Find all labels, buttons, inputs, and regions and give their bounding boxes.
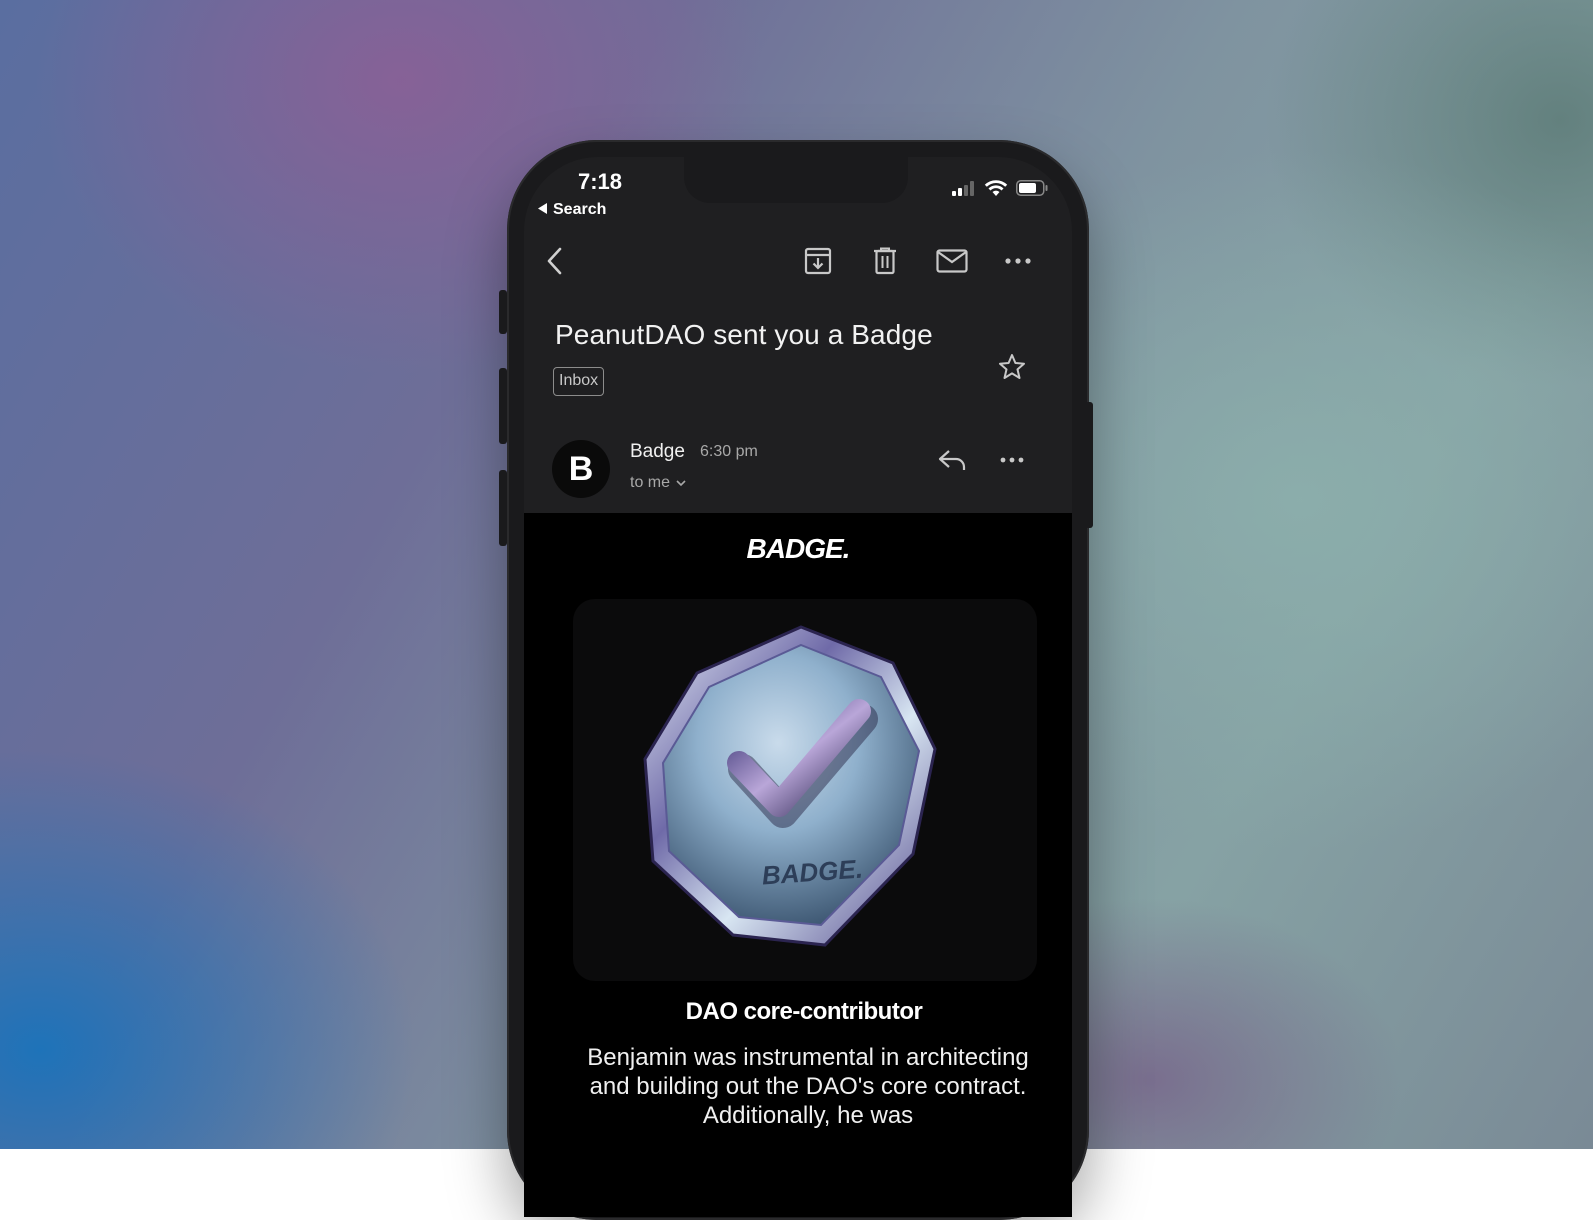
email-body: BADGE. BADGE. DAO core-contributor Benja… <box>524 513 1072 1217</box>
wifi-icon <box>984 179 1008 202</box>
notch <box>684 157 908 203</box>
badge-card: BADGE. <box>573 599 1037 981</box>
badge-description: Benjamin was instrumental in architectin… <box>587 1044 1029 1129</box>
badge-image: BADGE. <box>643 625 937 947</box>
star-icon[interactable] <box>994 348 1030 384</box>
sender-avatar[interactable]: B <box>552 440 610 498</box>
status-icons <box>952 179 1048 202</box>
recipient-details-toggle[interactable]: to me <box>630 474 686 492</box>
mail-icon[interactable] <box>932 243 972 279</box>
phone-power-button <box>1085 402 1093 528</box>
archive-icon[interactable] <box>800 243 836 279</box>
brand-logo: BADGE. <box>746 533 851 564</box>
email-subject: PeanutDAO sent you a Badge <box>555 319 933 350</box>
battery-icon <box>1016 180 1048 201</box>
chevron-down-icon <box>676 474 686 492</box>
back-to-search-link[interactable]: Search <box>538 201 606 219</box>
trash-icon[interactable] <box>867 243 903 279</box>
phone-volume-up-button <box>499 368 507 444</box>
message-more-icon[interactable] <box>994 442 1030 478</box>
back-label: Search <box>553 201 607 218</box>
status-time: 7:18 <box>577 169 623 194</box>
phone-screen: 7:18 Search PeanutDAO sent you a Badge I… <box>524 157 1072 1217</box>
back-chevron-icon[interactable] <box>536 243 572 279</box>
badge-title: DAO core-contributor <box>685 998 923 1025</box>
sent-time: 6:30 pm <box>700 443 758 460</box>
sender-name: Badge <box>630 441 685 462</box>
reply-icon[interactable] <box>932 442 972 478</box>
more-icon[interactable] <box>1000 243 1036 279</box>
back-triangle-icon <box>538 201 548 219</box>
phone-volume-down-button <box>499 470 507 546</box>
phone-mute-button <box>499 290 507 334</box>
inbox-label-chip[interactable]: Inbox <box>553 367 605 396</box>
signal-icon <box>952 180 976 201</box>
recipient-label: to me <box>630 474 671 491</box>
